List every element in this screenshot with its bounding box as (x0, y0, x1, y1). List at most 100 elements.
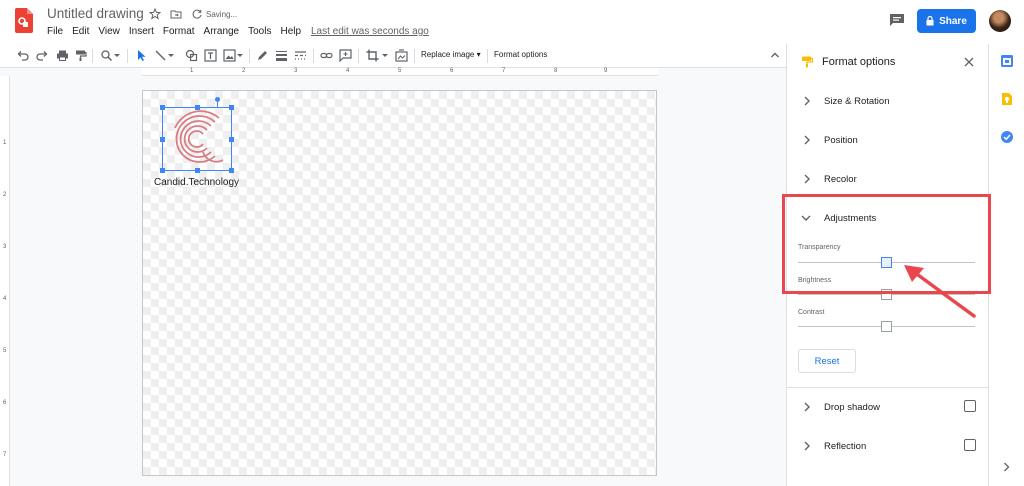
chevron-right-icon (804, 135, 810, 145)
drawings-app-icon[interactable] (15, 8, 33, 33)
border-weight-icon[interactable] (275, 49, 288, 62)
section-label: Position (824, 135, 858, 146)
reset-image-icon[interactable] (395, 49, 408, 62)
selected-image[interactable] (160, 97, 234, 173)
text-box-icon[interactable] (204, 49, 217, 62)
toolbar-separator (313, 49, 314, 63)
document-title[interactable]: Untitled drawing (47, 6, 144, 21)
star-icon[interactable] (149, 8, 161, 20)
ruler-mark: 7 (3, 452, 7, 458)
add-comment-icon[interactable] (339, 49, 352, 62)
resize-handle[interactable] (195, 105, 200, 110)
share-label: Share (939, 15, 967, 27)
image-icon[interactable] (223, 49, 236, 62)
reflection-section[interactable]: Reflection (787, 431, 989, 461)
logo-caption: Candid.Technology (154, 177, 240, 188)
lock-icon (926, 16, 934, 26)
format-options-panel: Format options Size & Rotation Position … (786, 44, 989, 486)
vertical-ruler: 1 2 3 4 5 6 7 (0, 76, 10, 486)
menu-format[interactable]: Format (163, 26, 195, 37)
collapse-toolbar-icon[interactable] (770, 50, 780, 60)
paint-format-icon[interactable] (74, 49, 87, 62)
select-cursor-icon[interactable] (135, 49, 148, 62)
side-panel-rail (988, 44, 1024, 486)
reflection-checkbox[interactable] (964, 439, 976, 451)
drawing-canvas[interactable]: Candid.Technology (142, 90, 657, 476)
contrast-slider-thumb[interactable] (880, 321, 892, 332)
toolbar-separator (414, 49, 415, 63)
share-button[interactable]: Share (917, 9, 976, 33)
close-icon[interactable] (964, 57, 974, 67)
recolor-section[interactable]: Recolor (787, 164, 989, 194)
menu-tools[interactable]: Tools (248, 26, 271, 37)
zoom-icon[interactable] (100, 49, 113, 62)
brightness-slider-thumb[interactable] (880, 289, 892, 300)
saving-status: Saving... (206, 10, 238, 19)
header: Untitled drawing Saving... File Edit Vie… (0, 0, 1024, 44)
keep-icon[interactable] (1000, 92, 1014, 106)
line-icon[interactable] (154, 49, 167, 62)
ruler-mark: 1 (3, 140, 7, 146)
toolbar-separator (92, 49, 93, 63)
contrast-label: Contrast (798, 309, 825, 316)
reset-button[interactable]: Reset (798, 349, 856, 373)
section-label: Recolor (824, 174, 857, 185)
format-options-button[interactable]: Format options (494, 50, 547, 59)
google-drawings-window: Untitled drawing Saving... File Edit Vie… (0, 0, 1024, 486)
menu-file[interactable]: File (47, 26, 63, 37)
menu-bar: File Edit View Insert Format Arrange Too… (47, 26, 310, 37)
ruler-mark: 9 (604, 68, 608, 74)
rotation-handle[interactable] (215, 97, 220, 102)
image-dropdown-icon[interactable] (236, 49, 244, 62)
menu-edit[interactable]: Edit (72, 26, 89, 37)
adjustments-header[interactable]: Adjustments (787, 203, 989, 233)
ruler-mark: 7 (502, 68, 506, 74)
link-icon[interactable] (320, 49, 333, 62)
menu-help[interactable]: Help (280, 26, 301, 37)
zoom-dropdown-icon[interactable] (113, 49, 121, 62)
ruler-mark: 2 (242, 68, 246, 74)
transparency-slider-thumb[interactable] (880, 257, 892, 268)
ruler-mark: 2 (3, 192, 7, 198)
resize-handle[interactable] (229, 168, 234, 173)
ruler-mark: 3 (294, 68, 298, 74)
resize-handle[interactable] (195, 168, 200, 173)
chevron-right-icon (804, 441, 810, 451)
comment-icon[interactable] (889, 13, 905, 27)
replace-image-button[interactable]: Replace image ▾ (421, 50, 481, 59)
ruler-mark: 1 (190, 68, 194, 74)
sync-icon (192, 9, 202, 19)
size-rotation-section[interactable]: Size & Rotation (787, 86, 989, 116)
adjustments-section: Adjustments Transparency Brightness Cont… (787, 196, 989, 388)
crop-dropdown-icon[interactable] (381, 49, 389, 62)
print-icon[interactable] (56, 49, 69, 62)
border-color-icon[interactable] (256, 49, 269, 62)
resize-handle[interactable] (160, 168, 165, 173)
undo-icon[interactable] (16, 49, 29, 62)
toolbar: Replace image ▾ Format options (0, 44, 786, 68)
chevron-right-icon[interactable] (1002, 462, 1011, 472)
last-edit-link[interactable]: Last edit was seconds ago (311, 26, 429, 37)
redo-icon[interactable] (36, 49, 49, 62)
menu-view[interactable]: View (98, 26, 120, 37)
tasks-icon[interactable] (1000, 130, 1014, 144)
line-dropdown-icon[interactable] (167, 49, 175, 62)
avatar[interactable] (989, 10, 1011, 32)
resize-handle[interactable] (160, 137, 165, 142)
calendar-icon[interactable] (1000, 54, 1014, 68)
candid-technology-logo (174, 110, 224, 163)
crop-icon[interactable] (366, 49, 379, 62)
shape-icon[interactable] (185, 49, 198, 62)
drop-shadow-checkbox[interactable] (964, 400, 976, 412)
resize-handle[interactable] (229, 105, 234, 110)
move-to-folder-icon[interactable] (170, 8, 182, 20)
border-dash-icon[interactable] (294, 49, 307, 62)
menu-insert[interactable]: Insert (129, 26, 154, 37)
resize-handle[interactable] (229, 137, 234, 142)
resize-handle[interactable] (160, 105, 165, 110)
menu-arrange[interactable]: Arrange (204, 26, 240, 37)
drop-shadow-section[interactable]: Drop shadow (787, 392, 989, 422)
section-label: Size & Rotation (824, 96, 890, 107)
section-label: Adjustments (824, 213, 877, 224)
position-section[interactable]: Position (787, 125, 989, 155)
